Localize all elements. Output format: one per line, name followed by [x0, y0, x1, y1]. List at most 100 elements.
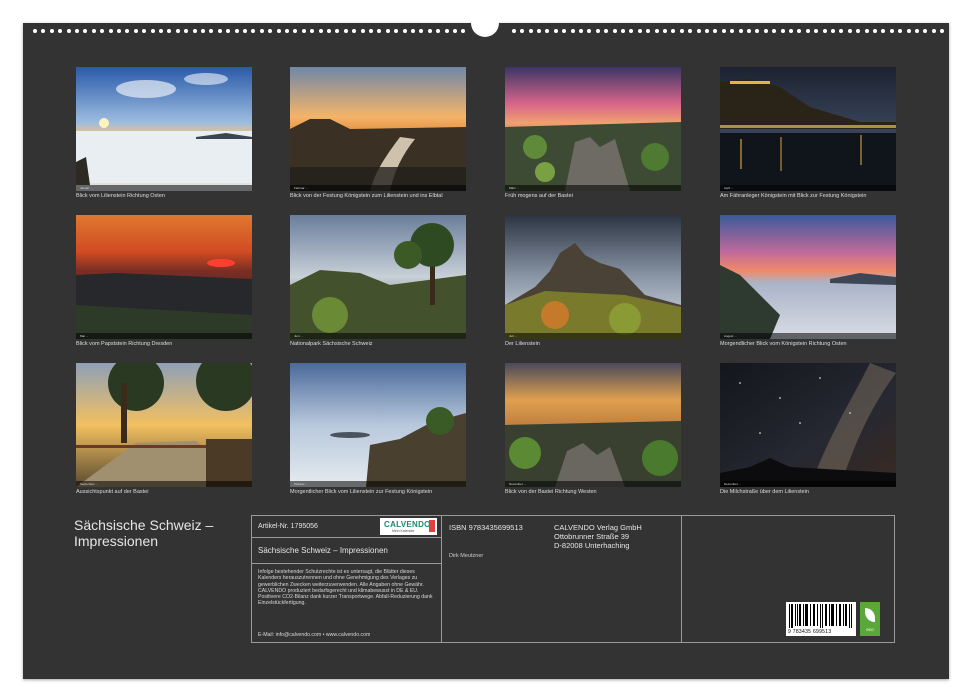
binding-hole: [604, 29, 609, 33]
binding-hole: [318, 29, 323, 33]
calvendo-badge: [429, 520, 435, 532]
binding-hole: [226, 29, 231, 33]
binding-hole: [142, 29, 147, 33]
binding-hole: [520, 29, 525, 33]
binding-hole: [343, 29, 348, 33]
binding-hole: [906, 29, 911, 33]
binding-hole: [293, 29, 298, 33]
author: Dirk Meutzner: [449, 553, 484, 559]
binding-hole: [763, 29, 768, 33]
barcode-number: 9 783435 699513: [788, 629, 832, 635]
legal-text: Infolge bestehender Schutzrechte ist es …: [258, 569, 433, 607]
binding-hole: [705, 29, 709, 33]
publisher-info-box: Artikel-Nr. 1795056 CALVENDO Mein Kalend…: [251, 515, 895, 643]
binding-hole: [41, 29, 46, 33]
photo-may: Mai ...: [76, 215, 252, 339]
binding-hole: [108, 29, 113, 33]
binding-hole: [822, 29, 827, 33]
binding-hole: [637, 29, 642, 33]
binding-hole: [268, 29, 273, 33]
binding-hole: [856, 29, 861, 33]
binding-hole: [83, 29, 88, 33]
month-label: Juni ...: [294, 334, 303, 338]
binding-hole: [931, 29, 936, 33]
binding-hole: [436, 29, 441, 33]
caption: Früh mogens auf der Bastei: [505, 193, 573, 199]
photo-january: Januar ...: [76, 67, 252, 191]
binding-hole: [730, 29, 735, 33]
photo-november: November ...: [505, 363, 681, 487]
binding-hole: [335, 29, 340, 33]
photo-april: April ...: [720, 67, 896, 191]
binding-hole: [394, 29, 399, 33]
caption: Blick vom Lilienstein Richtung Osten: [76, 193, 165, 199]
binding-hole: [33, 29, 37, 33]
month-label: April ...: [724, 186, 734, 190]
binding-hole: [671, 29, 676, 33]
binding-hole: [621, 29, 625, 33]
binding-hole: [755, 29, 760, 33]
binding-hole: [133, 29, 138, 33]
binding-hole: [612, 29, 617, 33]
calendar-subtitle: Sächsische Schweiz – Impressionen: [258, 546, 388, 555]
binding-hole: [873, 29, 877, 33]
binding-hole: [545, 29, 550, 33]
binding-hole: [243, 29, 247, 33]
binding-hole: [721, 29, 726, 33]
binding-hole: [889, 29, 894, 33]
binding-hole: [553, 29, 558, 33]
binding-hole: [276, 29, 281, 33]
binding-hole: [66, 29, 71, 33]
binding-hole: [839, 29, 844, 33]
eco-label: eco: [866, 627, 874, 632]
photo-march: März ...: [505, 67, 681, 191]
binding-hole: [789, 29, 793, 33]
caption: Blick von der Festung Königstein zum Lil…: [290, 193, 443, 199]
photo-february: Februar ...: [290, 67, 466, 191]
binding-hole: [663, 29, 667, 33]
caption: Morgentlicher Blick vom Lilienstein zur …: [290, 489, 433, 495]
binding-hole: [713, 29, 718, 33]
binding-hole: [217, 29, 222, 33]
photo-june: Juni ...: [290, 215, 466, 339]
binding-hole: [688, 29, 693, 33]
binding-hole: [654, 29, 659, 33]
caption: Blick vom Papststein Richtung Dresden: [76, 341, 173, 347]
binding-hole: [444, 29, 449, 33]
binding-hole: [167, 29, 172, 33]
binding-hole: [528, 29, 533, 33]
month-label: August ...: [724, 334, 737, 338]
month-label: Dezember ...: [724, 482, 742, 486]
barcode-bars: [789, 604, 852, 628]
binding-hole: [511, 29, 516, 33]
binding-hole: [58, 29, 63, 33]
binding-hole: [285, 29, 289, 33]
binding-hole: [159, 29, 163, 33]
binding-hole: [352, 29, 357, 33]
binding-hole: [91, 29, 96, 33]
binding-hole: [864, 29, 869, 33]
publisher-city: D-82008 Unterhaching: [554, 541, 630, 550]
calendar-title: Sächsische Schweiz – Impressionen: [74, 517, 274, 549]
binding-hole: [537, 29, 541, 33]
binding-hole: [150, 29, 155, 33]
binding-hole: [898, 29, 903, 33]
calendar-back-cover: Januar ... Februar ... März ... April ..…: [23, 15, 949, 679]
binding-hole: [679, 29, 684, 33]
publisher-street: Ottobrunner Straße 39: [554, 532, 630, 541]
title-line-1: Sächsische Schweiz –: [74, 517, 214, 533]
binding-hole: [310, 29, 315, 33]
calvendo-logo: CALVENDO Mein Kalender: [380, 518, 437, 535]
binding-hole: [805, 29, 810, 33]
contact-line: E-Mail: info@calvendo.com • www.calvendo…: [258, 632, 371, 638]
binding-hole: [360, 29, 365, 33]
caption: Aussichtspunkt auf der Bastei: [76, 489, 149, 495]
leaf-icon: [865, 608, 875, 622]
calvendo-tagline: Mein Kalender: [392, 529, 415, 533]
caption: Morgendlicher Blick vom Königstein Richt…: [720, 341, 847, 347]
photo-october: Oktober ...: [290, 363, 466, 487]
isbn: ISBN 9783435699513: [449, 523, 523, 532]
binding-hole: [461, 29, 466, 33]
binding-hole: [419, 29, 424, 33]
binding-hole: [209, 29, 214, 33]
